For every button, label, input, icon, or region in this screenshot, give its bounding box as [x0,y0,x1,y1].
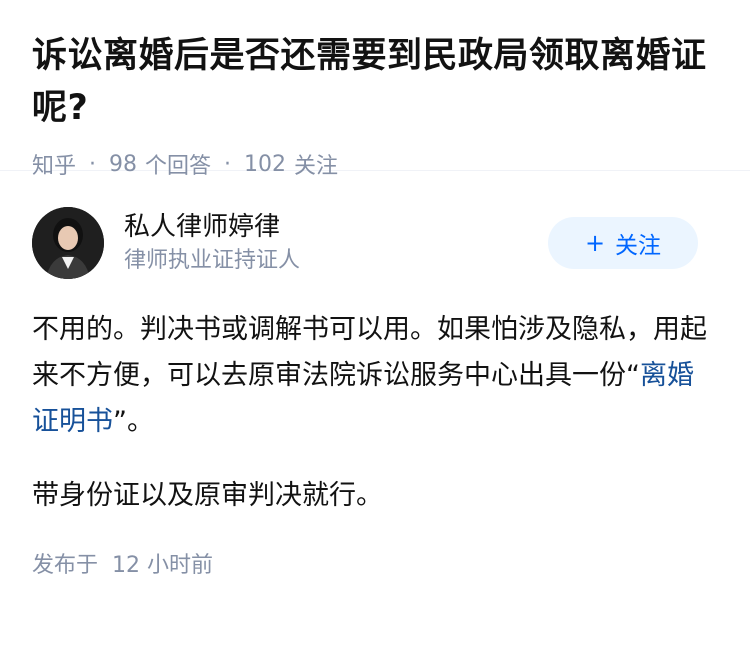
plus-icon: + [584,229,606,257]
publish-time-value: 12 小时前 [112,553,214,578]
author-name[interactable]: 私人律师婷律 [124,209,300,245]
question-header: 诉讼离婚后是否还需要到民政局领取离婚证呢? 知乎 · 98 个回答 · 102 … [0,0,750,179]
follow-button[interactable]: + 关注 [548,217,698,269]
paragraph-text: ”。 [113,406,154,437]
paragraph-text: 不用的。判决书或调解书可以用。如果怕涉及隐私，用起来不方便，可以去原审法院诉讼服… [32,314,707,391]
publish-prefix: 发布于 [32,553,99,578]
question-title[interactable]: 诉讼离婚后是否还需要到民政局领取离婚证呢? [32,30,718,134]
avatar-image [32,207,104,279]
author-info: 私人律师婷律 律师执业证持证人 [124,209,300,277]
publish-time: 发布于 12 小时前 [32,547,718,579]
avatar[interactable] [32,207,104,279]
author-row: 私人律师婷律 律师执业证持证人 + 关注 [32,207,718,279]
answer-paragraph: 不用的。判决书或调解书可以用。如果怕涉及隐私，用起来不方便，可以去原审法院诉讼服… [32,307,718,445]
author-badge: 律师执业证持证人 [124,248,301,273]
answer-card: 私人律师婷律 律师执业证持证人 + 关注 不用的。判决书或调解书可以用。如果怕涉… [0,171,750,579]
answer-paragraph: 带身份证以及原审判决就行。 [32,480,383,511]
follow-label: 关注 [615,233,662,259]
answer-body: 不用的。判决书或调解书可以用。如果怕涉及隐私，用起来不方便，可以去原审法院诉讼服… [32,307,718,519]
